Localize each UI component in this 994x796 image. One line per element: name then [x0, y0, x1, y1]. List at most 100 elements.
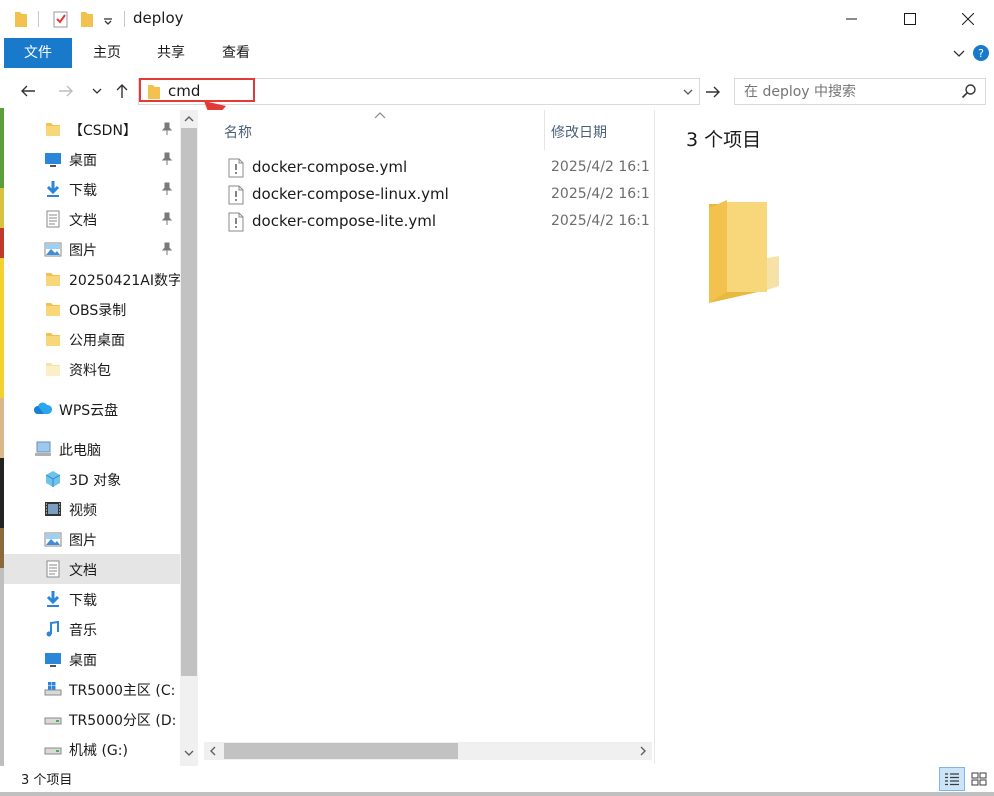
back-button[interactable]	[15, 74, 41, 108]
pin-icon[interactable]	[161, 242, 173, 256]
tab-share[interactable]: 共享	[146, 38, 196, 68]
sidebar-item[interactable]: OBS录制	[4, 294, 180, 324]
sidebar-item[interactable]: 下载	[4, 174, 180, 204]
file-name: docker-compose-linux.yml	[252, 185, 449, 203]
picture-icon	[44, 242, 62, 257]
sidebar-item-label: 资料包	[69, 363, 111, 379]
windows-drive-icon	[44, 682, 62, 696]
yml-file-icon	[228, 185, 244, 205]
navigation-pane-scrollbar[interactable]	[180, 110, 198, 766]
file-list-horizontal-scrollbar[interactable]	[204, 742, 652, 760]
pin-container[interactable]	[161, 152, 173, 170]
details-view-button[interactable]	[939, 767, 965, 791]
tab-view[interactable]: 查看	[211, 38, 261, 68]
sidebar-item-label: TR5000主区 (C:	[69, 683, 176, 699]
sidebar-item[interactable]: 资料包	[4, 354, 180, 384]
document-icon	[46, 560, 60, 578]
column-header-name[interactable]: 名称	[202, 110, 544, 150]
sidebar-item-label: 视频	[69, 503, 97, 519]
file-row[interactable]: docker-compose-lite.yml 2025/4/2 16:1	[222, 208, 652, 235]
file-row[interactable]: docker-compose.yml 2025/4/2 16:1	[222, 154, 652, 181]
search-icon[interactable]	[961, 83, 977, 99]
download-icon	[46, 591, 60, 607]
sidebar-item[interactable]: 图片	[4, 524, 180, 554]
sidebar-item[interactable]: 公用桌面	[4, 324, 180, 354]
sidebar-item-label: 音乐	[69, 623, 97, 639]
pin-icon[interactable]	[161, 182, 173, 196]
title-bar: deploy	[0, 0, 994, 38]
large-icons-view-button[interactable]	[966, 767, 992, 791]
sidebar-item[interactable]: 视频	[4, 494, 180, 524]
file-row[interactable]: docker-compose-linux.yml 2025/4/2 16:1	[222, 181, 652, 208]
forward-button[interactable]	[53, 74, 79, 108]
column-header-modified[interactable]: 修改日期	[545, 110, 654, 150]
new-folder-icon[interactable]	[80, 8, 94, 30]
up-button[interactable]	[109, 74, 135, 108]
sidebar-item-label: 20250421AI数字	[69, 273, 180, 289]
sidebar-item[interactable]: TR5000主区 (C:	[4, 674, 180, 704]
folder-light-icon	[46, 363, 60, 376]
download-icon	[46, 181, 60, 197]
folder-icon	[46, 303, 60, 316]
scrollbar-thumb[interactable]	[181, 128, 197, 676]
go-button[interactable]	[700, 78, 726, 105]
sidebar-item-label: 下载	[69, 593, 97, 609]
sidebar-item-label: 桌面	[69, 653, 97, 669]
pin-icon[interactable]	[161, 122, 173, 136]
pin-icon[interactable]	[161, 212, 173, 226]
sidebar-item[interactable]: 【CSDN】	[4, 114, 180, 144]
svg-text:?: ?	[978, 47, 984, 60]
chevron-right-icon	[640, 746, 646, 756]
recent-locations-button[interactable]	[84, 74, 110, 108]
file-icon-wrap	[228, 158, 244, 182]
close-icon	[962, 13, 974, 25]
status-bar: 3 个项目	[0, 766, 994, 792]
sidebar-item[interactable]: 3D 对象	[4, 464, 180, 494]
sidebar-item[interactable]: 桌面	[4, 144, 180, 174]
tab-home[interactable]: 主页	[82, 38, 132, 68]
scroll-up-button[interactable]	[180, 110, 198, 128]
sidebar-item[interactable]: 文档	[4, 204, 180, 234]
sidebar-item[interactable]: 文档	[4, 554, 180, 584]
properties-icon[interactable]	[52, 8, 70, 30]
sidebar-item[interactable]: 此电脑	[4, 434, 180, 464]
sidebar-item[interactable]: 机械 (G:)	[4, 734, 180, 764]
computer-icon	[35, 441, 51, 456]
pin-container[interactable]	[161, 182, 173, 200]
toolbar-separator	[124, 11, 125, 27]
help-icon[interactable]: ?	[972, 44, 990, 62]
address-dropdown-button[interactable]	[677, 79, 699, 104]
column-header-name-label: 名称	[224, 125, 252, 141]
file-icon-wrap	[228, 185, 244, 209]
close-button[interactable]	[938, 0, 994, 38]
search-input[interactable]	[735, 79, 957, 104]
scroll-right-button[interactable]	[634, 742, 652, 760]
maximize-button[interactable]	[880, 0, 940, 38]
details-view-icon	[945, 773, 959, 786]
sidebar-item[interactable]: TR5000分区 (D:	[4, 704, 180, 734]
scrollbar-thumb[interactable]	[224, 743, 458, 759]
sidebar-item[interactable]: 音乐	[4, 614, 180, 644]
pin-container[interactable]	[161, 212, 173, 230]
pin-icon[interactable]	[161, 152, 173, 166]
search-box[interactable]	[734, 78, 986, 105]
sidebar-item[interactable]: 图片	[4, 234, 180, 264]
expand-ribbon-icon[interactable]	[950, 44, 968, 62]
sidebar-item[interactable]: 20250421AI数字	[4, 264, 180, 294]
minimize-button[interactable]	[822, 0, 882, 38]
toolbar-separator	[38, 11, 39, 27]
scroll-left-button[interactable]	[204, 742, 222, 760]
sidebar-item[interactable]: 桌面	[4, 644, 180, 674]
sidebar-item[interactable]: WPS云盘	[4, 394, 180, 424]
chevron-down-icon[interactable]	[102, 8, 114, 30]
minimize-icon	[846, 18, 857, 20]
tab-file[interactable]: 文件	[4, 38, 72, 68]
pin-container[interactable]	[161, 122, 173, 140]
sidebar-item-label: 桌面	[69, 153, 97, 169]
sidebar-item-label: 【CSDN】	[69, 123, 137, 139]
scroll-down-button[interactable]	[180, 744, 198, 762]
sidebar-item[interactable]: 下载	[4, 584, 180, 614]
sidebar-item-label: TR5000分区 (D:	[69, 713, 177, 729]
preview-pane: 3 个项目	[655, 110, 994, 766]
pin-container[interactable]	[161, 242, 173, 260]
